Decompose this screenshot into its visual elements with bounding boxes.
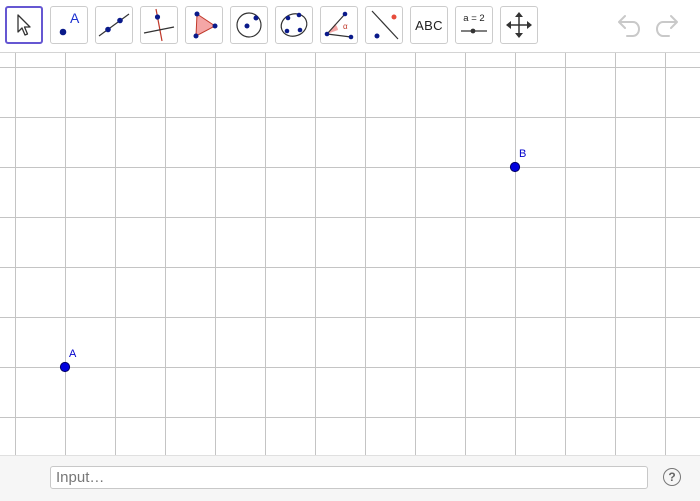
- point-icon: A: [59, 10, 80, 36]
- point-b-label: B: [519, 148, 527, 160]
- tool-move-graphics[interactable]: [500, 6, 538, 44]
- help-icon: ?: [668, 470, 676, 484]
- tool-point[interactable]: A: [50, 6, 88, 44]
- tool-slider[interactable]: a = 2: [455, 6, 493, 44]
- undo-button[interactable]: [614, 12, 644, 40]
- tool-perpendicular[interactable]: [140, 6, 178, 44]
- tool-circle[interactable]: [230, 6, 268, 44]
- input-bar: ?: [0, 455, 700, 501]
- point-tool-label: A: [70, 10, 80, 26]
- reflect-about-line-icon: [371, 10, 399, 40]
- graphics-view[interactable]: A B: [0, 53, 700, 455]
- redo-button[interactable]: [652, 12, 682, 40]
- point-a[interactable]: [59, 361, 71, 373]
- polygon-icon: [193, 11, 218, 39]
- undo-icon: [618, 15, 640, 37]
- points-layer: [59, 161, 521, 373]
- redo-icon: [656, 15, 678, 37]
- point-a-label: A: [69, 348, 77, 360]
- angle-icon: α: [324, 11, 354, 40]
- tool-line[interactable]: [95, 6, 133, 44]
- move-graphics-view-icon: [506, 12, 532, 38]
- tool-polygon[interactable]: [185, 6, 223, 44]
- tool-move[interactable]: [5, 6, 43, 44]
- tool-angle[interactable]: α: [320, 6, 358, 44]
- toolbar: A α ABC a = 2: [0, 0, 700, 53]
- tool-reflect[interactable]: [365, 6, 403, 44]
- slider-tool-label: a = 2: [463, 13, 484, 24]
- conic-five-points-icon: [280, 12, 308, 37]
- angle-tool-label: α: [343, 22, 348, 31]
- point-b[interactable]: [509, 161, 521, 173]
- move-arrow-icon: [17, 14, 31, 36]
- line-icon: [98, 13, 130, 37]
- tool-text[interactable]: ABC: [410, 6, 448, 44]
- slider-icon: a = 2: [461, 13, 487, 34]
- help-button[interactable]: ?: [663, 468, 681, 486]
- circle-center-point-icon: [236, 12, 262, 38]
- perpendicular-line-icon: [143, 8, 175, 42]
- tool-conic[interactable]: [275, 6, 313, 44]
- algebra-input[interactable]: [50, 466, 648, 489]
- text-icon: ABC: [415, 17, 443, 33]
